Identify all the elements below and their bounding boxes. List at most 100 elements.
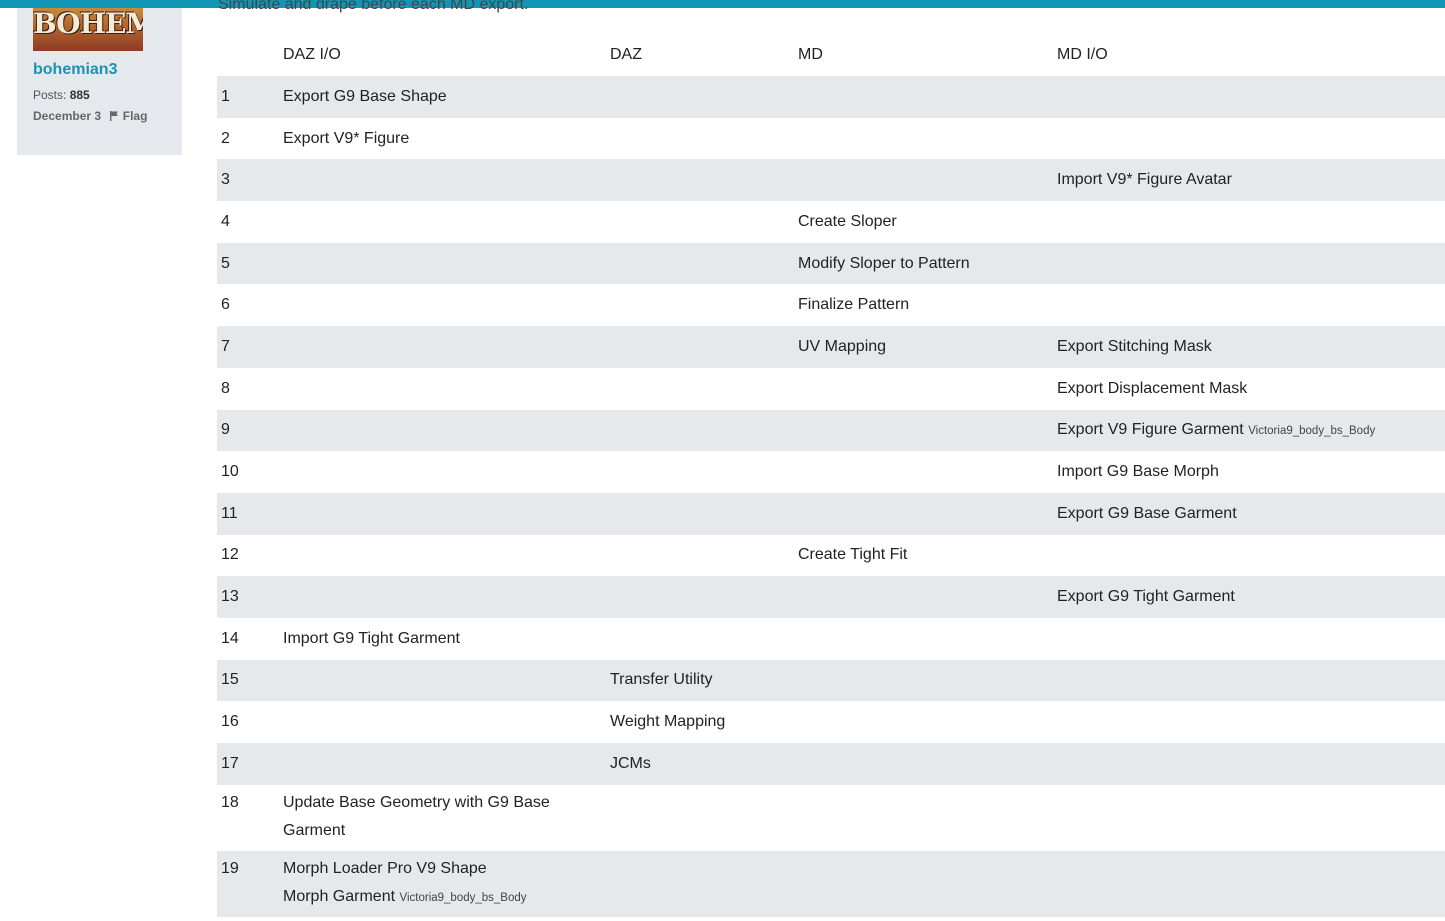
cell-md-text: Finalize Pattern [798, 296, 910, 314]
cell-step-text: 11 [221, 504, 238, 522]
cell-step-text: 12 [221, 546, 239, 564]
cell-step: 15 [217, 659, 283, 702]
table-row: 8 Export Displacement Mask [217, 368, 1445, 410]
cell-md-io [1057, 76, 1445, 118]
posts-count: 885 [69, 88, 90, 102]
morph-name-small: Victoria9_body_bs_Body [1248, 424, 1376, 437]
cell-step: 6 [217, 284, 283, 326]
cell-step-text: 17 [221, 754, 239, 772]
cell-md-io [1057, 535, 1445, 577]
cell-step: 19 [217, 850, 283, 917]
cell-md-io-text: Import V9* Figure Avatar [1057, 171, 1232, 189]
cell-step-text: 18 [221, 793, 239, 811]
cell-step-text: 2 [221, 129, 230, 147]
cell-step-text: 10 [221, 463, 239, 481]
header-md-io: MD I/O [1057, 46, 1108, 63]
flag-label: Flag [122, 109, 148, 123]
table-row: 4 Create Sloper [217, 201, 1445, 243]
table-row: 3 Import V9* Figure Avatar [217, 159, 1445, 202]
top-accent-bar [0, 0, 1445, 8]
table-header-row: DAZ I/O DAZ MD MD I/O [217, 34, 1445, 76]
cell-md: Create Tight Fit [798, 535, 1057, 577]
cell-step: 18 [217, 785, 283, 851]
header-daz-io: DAZ I/O [283, 46, 341, 63]
cell-step-text: 8 [221, 379, 230, 397]
cell-step-text: 9 [221, 421, 230, 439]
cell-daz-io [283, 451, 610, 493]
cell-daz-text: JCMs [610, 754, 651, 772]
cell-step: 13 [217, 576, 283, 618]
cell-daz-io: Morph Loader Pro V9 Shape Morph Garment V… [283, 850, 610, 917]
cell-daz [610, 76, 798, 118]
author-username[interactable]: bohemian3 [33, 61, 117, 79]
cell-daz [610, 118, 798, 160]
cell-daz [610, 201, 798, 243]
cell-md-io-text: Export G9 Base Garment [1057, 504, 1237, 522]
table-row: 13 Export G9 Tight Garment [217, 576, 1445, 618]
cell-md-text: UV Mapping [798, 337, 887, 355]
cell-md [798, 118, 1057, 160]
cell-md [798, 576, 1057, 618]
avatar[interactable]: BOHEME [33, 8, 143, 51]
cell-md-io [1057, 201, 1445, 243]
cell-step: 12 [217, 535, 283, 577]
cell-step: 5 [217, 242, 283, 285]
cell-daz: JCMs [610, 743, 798, 785]
cell-md-io: Export Displacement Mask [1057, 368, 1445, 410]
cell-md-io: Export Stitching Mask [1057, 326, 1445, 368]
cell-step-text: 14 [221, 629, 239, 647]
cell-daz [610, 284, 798, 326]
cell-md [798, 850, 1057, 917]
cell-step: 8 [217, 368, 283, 410]
cell-daz-text: Weight Mapping [610, 713, 726, 731]
morph-name-small: Victoria9_body_bs_Body [399, 891, 527, 904]
cell-daz [610, 368, 798, 410]
cell-md-io-text: Export Displacement Mask [1057, 379, 1248, 397]
cell-daz-io [283, 368, 610, 410]
table-row: 12 Create Tight Fit [217, 535, 1445, 577]
cell-md-io-text: Export G9 Tight Garment [1057, 588, 1235, 606]
table-row: 16 Weight Mapping [217, 701, 1445, 743]
table-row: 1 Export G9 Base Shape [217, 76, 1445, 118]
flag-icon [110, 111, 119, 121]
cell-daz-io: Update Base Geometry with G9 Base Garmen… [283, 785, 610, 851]
cell-daz [610, 576, 798, 618]
cell-daz [610, 451, 798, 493]
cell-daz-io-text: Import G9 Tight Garment [283, 629, 460, 647]
cell-daz-io [283, 535, 610, 577]
cell-step-text: 16 [221, 713, 239, 731]
cell-md [798, 409, 1057, 452]
table-row: 15 Transfer Utility [217, 659, 1445, 702]
cell-md-io [1057, 701, 1445, 743]
cell-md-io-text: Export V9 Figure Garment [1057, 420, 1244, 438]
author-panel: BOHEME bohemian3 Posts: 885 December 3 F… [17, 8, 182, 155]
cell-daz-io-text: Update Base Geometry with G9 Base Garmen… [283, 793, 550, 839]
cell-daz [610, 242, 798, 285]
cell-step: 16 [217, 701, 283, 743]
cell-step: 7 [217, 326, 283, 368]
cell-md-io [1057, 118, 1445, 160]
cell-step-text: 13 [221, 588, 239, 606]
cell-step-text: 4 [221, 212, 230, 230]
cell-md-io [1057, 743, 1445, 785]
header-daz: DAZ [610, 46, 642, 63]
cell-daz-io [283, 242, 610, 285]
cell-daz-io [283, 284, 610, 326]
cell-daz-io: Import G9 Tight Garment [283, 618, 610, 660]
cell-step: 11 [217, 492, 283, 535]
cell-daz [610, 535, 798, 577]
cell-md: UV Mapping [798, 326, 1057, 368]
cell-md-io-text: Import G9 Base Morph [1057, 463, 1219, 481]
cell-step-text: 6 [221, 296, 230, 314]
cell-md: Create Sloper [798, 201, 1057, 243]
flag-link[interactable]: Flag [110, 109, 147, 123]
cell-md [798, 76, 1057, 118]
post-intro-text: Simulate and drape before each MD export… [218, 0, 529, 13]
cell-md-text: Modify Sloper to Pattern [798, 254, 970, 272]
cell-md-io [1057, 618, 1445, 660]
table-row: 17 JCMs [217, 743, 1445, 785]
cell-md-io [1057, 242, 1445, 285]
post-date[interactable]: December 3 [33, 109, 101, 123]
cell-daz: Transfer Utility [610, 659, 798, 702]
cell-md-io [1057, 850, 1445, 917]
